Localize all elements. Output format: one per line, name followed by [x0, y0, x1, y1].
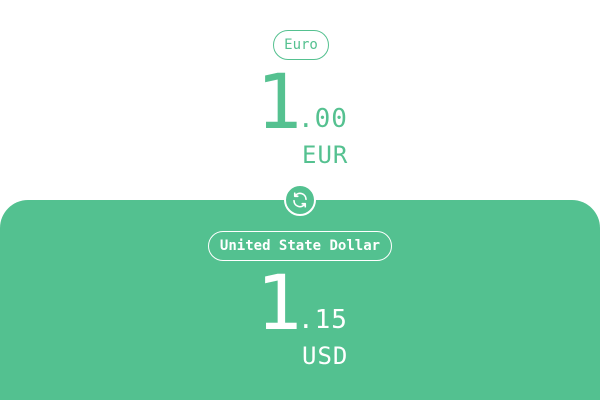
from-currency-code: EUR: [302, 141, 349, 169]
from-currency-panel: Euro 1 .00 EUR: [0, 0, 600, 200]
swap-currencies-button[interactable]: [284, 184, 316, 216]
to-currency-selector[interactable]: United State Dollar: [208, 231, 392, 261]
currency-converter: Euro 1 .00 EUR United State Dollar 1 .15…: [0, 0, 600, 400]
to-amount-integer: 1: [256, 258, 302, 347]
from-currency-selector[interactable]: Euro: [273, 30, 329, 60]
refresh-icon: [293, 192, 307, 208]
from-amount-integer: 1: [256, 57, 302, 146]
to-amount-decimals: .15: [298, 305, 348, 335]
to-currency-code: USD: [302, 342, 349, 370]
from-amount-decimals: .00: [298, 104, 348, 134]
